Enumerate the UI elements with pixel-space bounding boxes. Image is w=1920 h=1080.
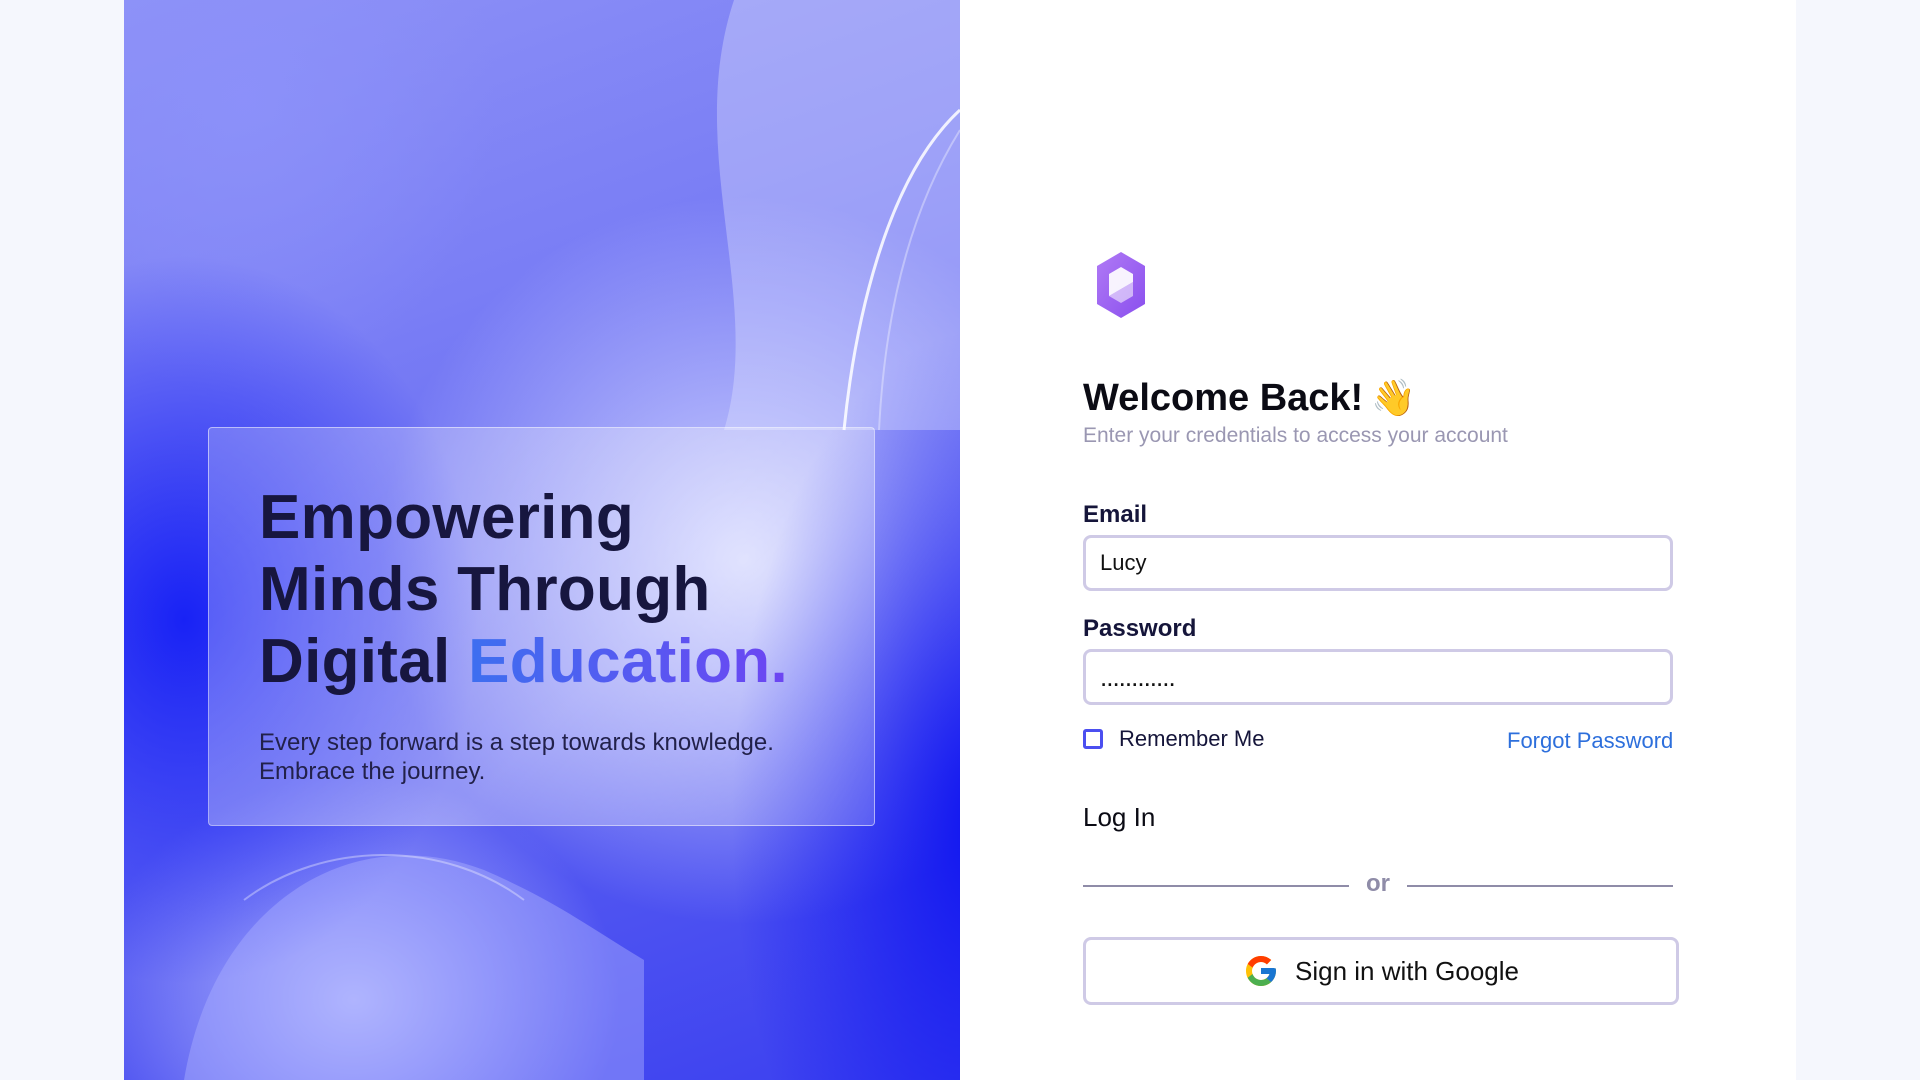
hero-subtitle: Every step forward is a step towards kno… xyxy=(259,729,774,785)
remember-me-label[interactable]: Remember Me xyxy=(1119,726,1264,752)
brand-logo-icon xyxy=(1097,252,1145,318)
divider-line-right xyxy=(1407,885,1673,887)
password-label: Password xyxy=(1083,615,1197,642)
remember-me-row[interactable]: Remember Me xyxy=(1083,726,1264,752)
google-signin-button[interactable]: Sign in with Google xyxy=(1083,937,1679,1005)
hero-card: Empowering Minds Through Digital Education… xyxy=(208,427,875,826)
google-icon xyxy=(1245,956,1276,986)
hero-panel: Empowering Minds Through Digital Education… xyxy=(124,0,960,1080)
welcome-heading: Welcome Back! 👋 xyxy=(1083,374,1416,423)
password-field[interactable] xyxy=(1083,649,1673,705)
email-label: Email xyxy=(1083,501,1148,528)
welcome-text: Welcome Back! xyxy=(1083,377,1364,419)
google-signin-label[interactable]: Sign in with Google xyxy=(1295,956,1519,987)
or-divider: or xyxy=(1083,870,1673,902)
waving-hand-icon: 👋 xyxy=(1371,378,1417,419)
login-button[interactable]: Log In xyxy=(1083,802,1155,833)
forgot-password-link[interactable]: Forgot Password xyxy=(1507,728,1673,754)
divider-text: or xyxy=(1366,870,1390,897)
hero-title: Empowering Minds Through Digital Education… xyxy=(259,482,824,698)
hero-title-line1: Empowering xyxy=(259,483,635,552)
hero-title-line3: Digital xyxy=(259,627,469,696)
remember-me-checkbox[interactable] xyxy=(1083,729,1103,749)
login-subtitle: Enter your credentials to access your ac… xyxy=(1083,424,1508,447)
hero-title-accent: Education. xyxy=(468,627,788,696)
email-field[interactable] xyxy=(1083,535,1673,591)
hero-title-line2: Minds Through xyxy=(259,555,711,624)
